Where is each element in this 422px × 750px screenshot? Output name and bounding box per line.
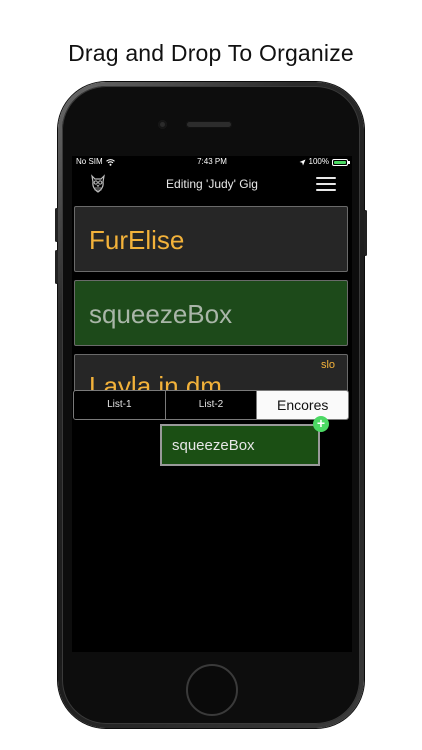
- hamburger-menu-icon[interactable]: [316, 177, 336, 191]
- tab-list-1[interactable]: List-1: [74, 391, 166, 419]
- earpiece-speaker: [186, 121, 232, 128]
- volume-up-button: [55, 208, 58, 242]
- volume-down-button: [55, 250, 58, 284]
- song-card-squeezebox[interactable]: squeezeBox: [74, 280, 348, 346]
- song-title: FurElise: [89, 225, 185, 255]
- dragged-song-item[interactable]: squeezeBox: [160, 424, 320, 466]
- front-camera: [158, 120, 167, 129]
- tab-encores[interactable]: Encores: [257, 391, 348, 419]
- battery-percent: 100%: [308, 157, 329, 166]
- song-tempo-tag: slo: [320, 359, 335, 371]
- plus-badge-icon: +: [313, 416, 329, 432]
- battery-icon: [332, 158, 350, 166]
- nav-bar: Editing 'Judy' Gig: [72, 168, 352, 200]
- battery-level: [334, 160, 346, 164]
- list-tab-bar: List-1 List-2 Encores: [73, 390, 349, 420]
- nav-title: Editing 'Judy' Gig: [166, 177, 258, 191]
- power-button: [364, 210, 367, 256]
- song-card-layla[interactable]: slo Layla in dm: [74, 354, 348, 394]
- song-title: squeezeBox: [89, 299, 233, 329]
- page-headline: Drag and Drop To Organize: [68, 40, 354, 66]
- song-card-fur-elise[interactable]: FurElise: [74, 206, 348, 272]
- dragged-song-label: squeezeBox: [172, 437, 255, 454]
- tab-list-2[interactable]: List-2: [165, 391, 258, 419]
- home-button[interactable]: [186, 664, 238, 716]
- app-screen: No SIM 7:43 PM 100% Editing 'Judy' Gig F…: [72, 156, 352, 652]
- location-arrow-icon: [299, 159, 306, 165]
- status-bar: No SIM 7:43 PM 100%: [72, 156, 352, 168]
